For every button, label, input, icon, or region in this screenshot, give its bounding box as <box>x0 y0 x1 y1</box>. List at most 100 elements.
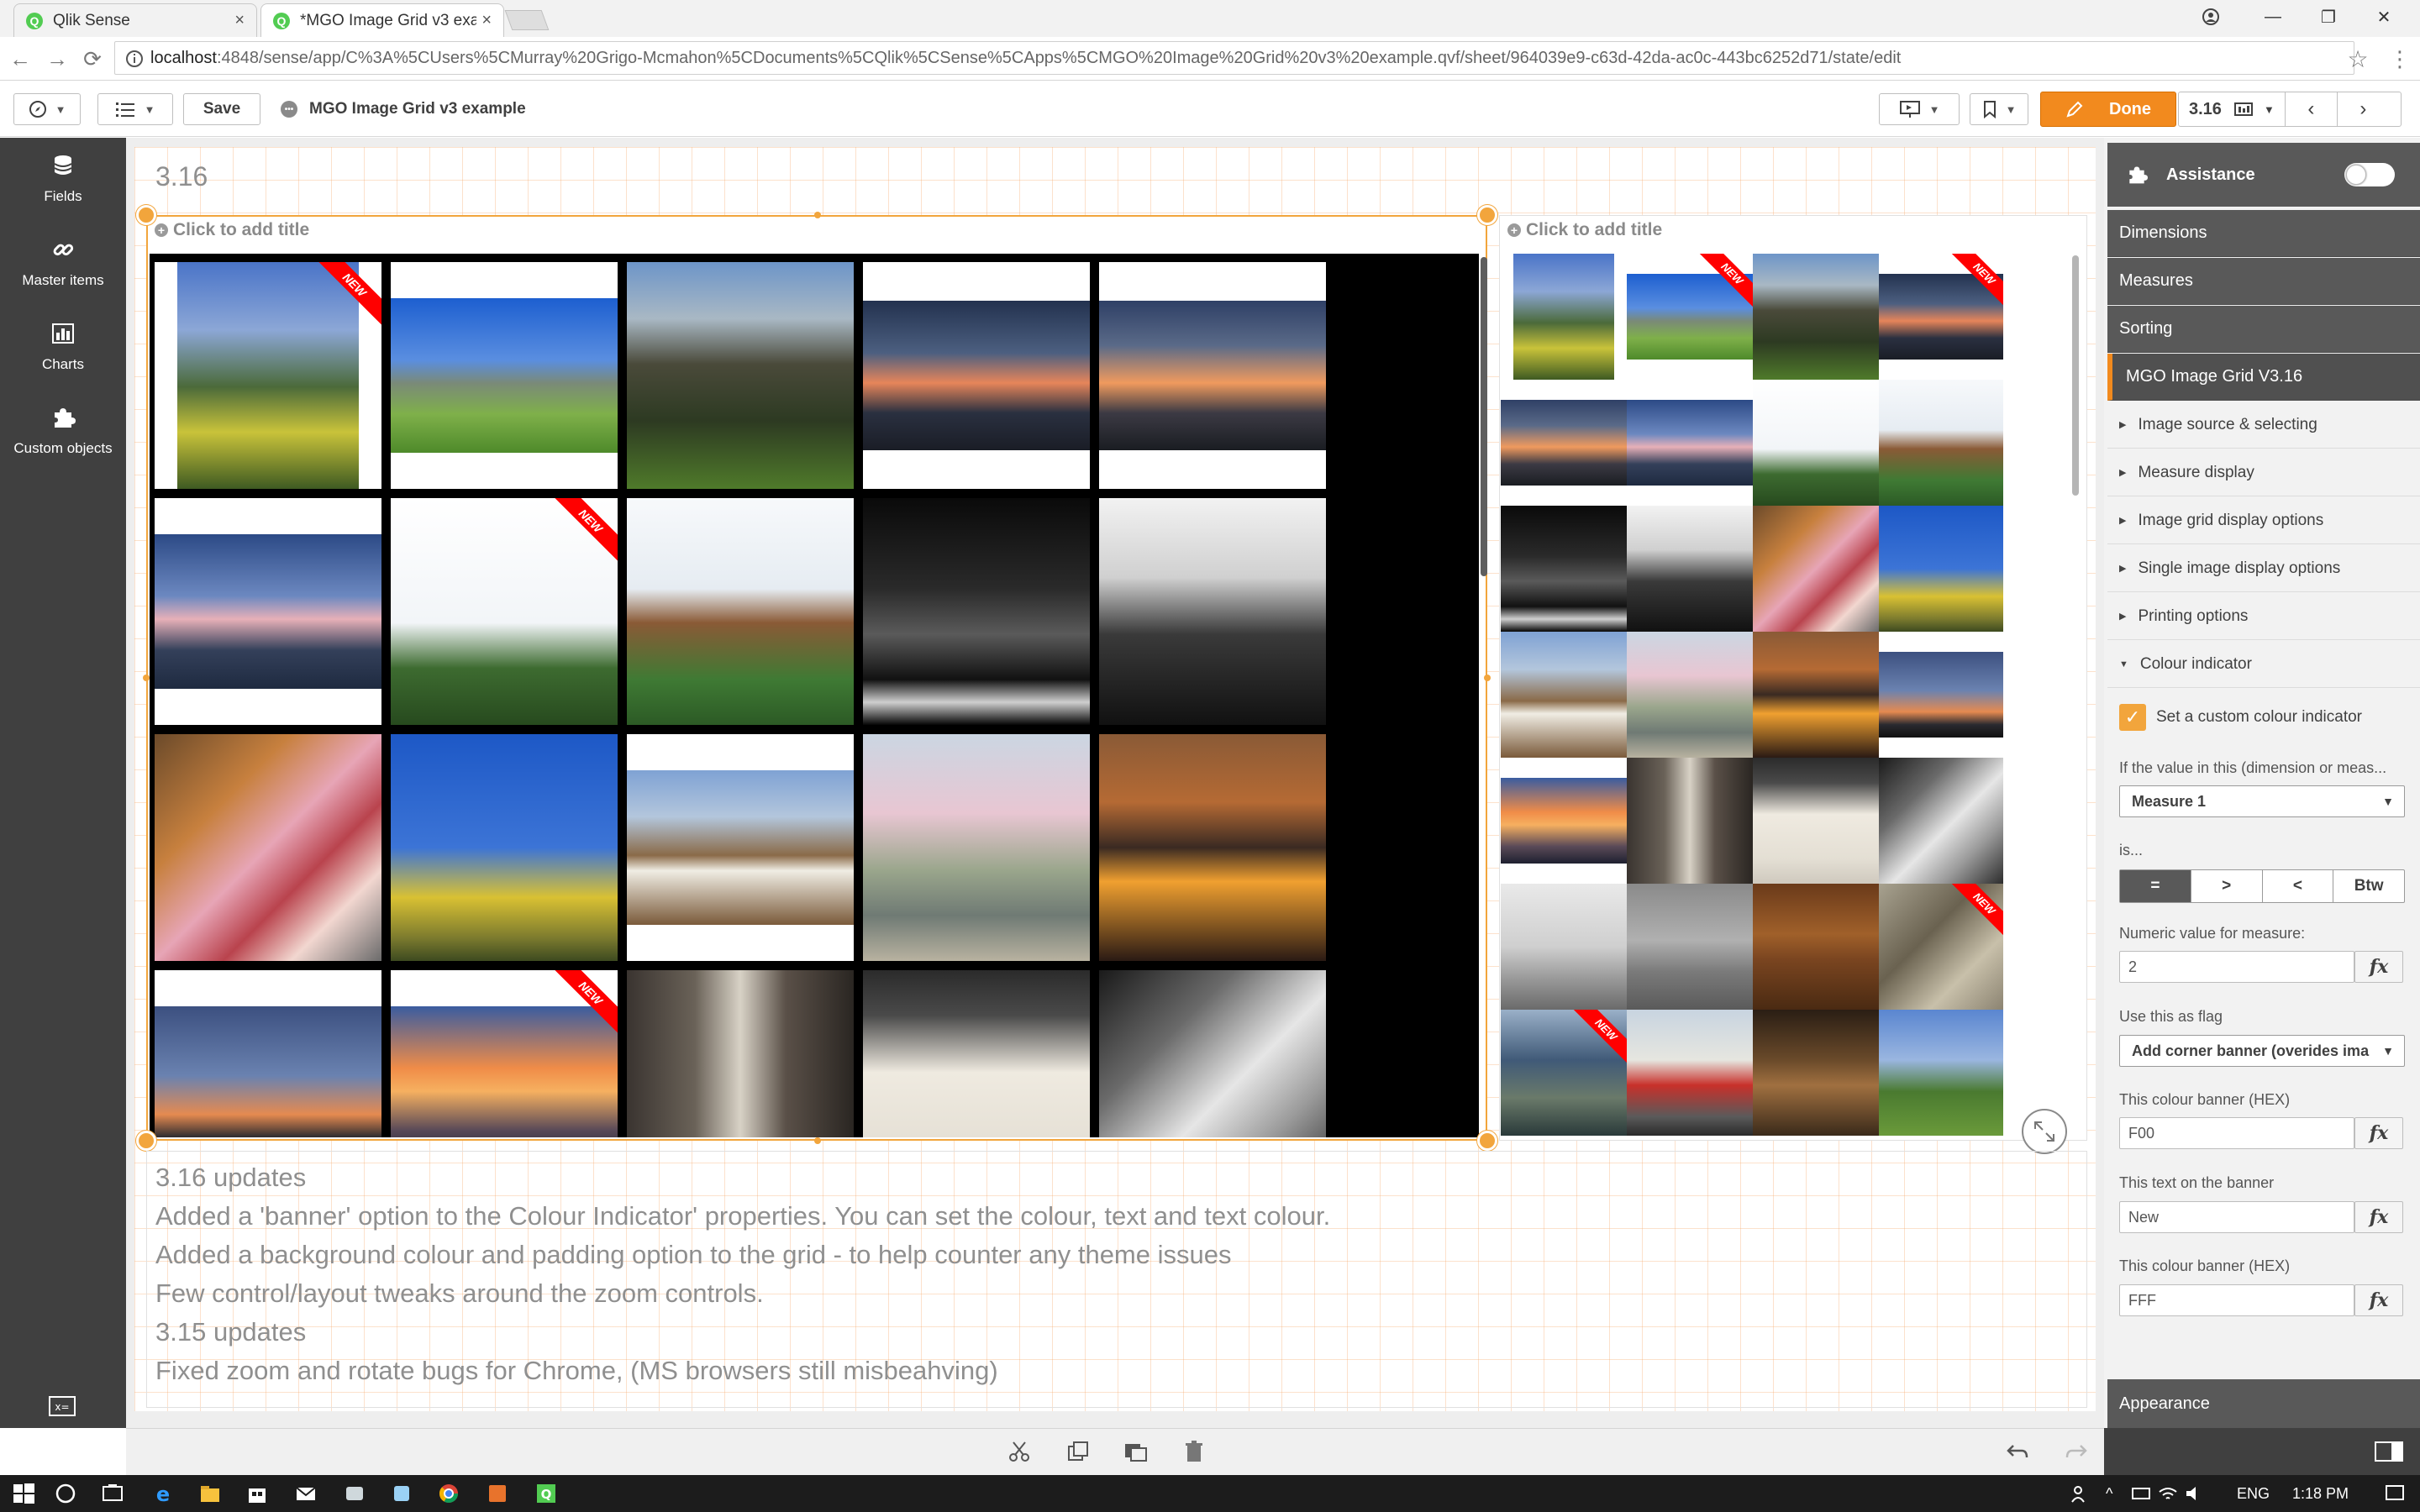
assets-master-items[interactable]: Master items <box>0 222 126 306</box>
volume-icon[interactable] <box>2183 1482 2207 1505</box>
subsection-colour-indicator[interactable]: ▼ Colour indicator <box>2107 641 2420 688</box>
edge-icon[interactable]: e <box>151 1482 175 1505</box>
close-window-icon[interactable]: ✕ <box>2356 0 2412 34</box>
subsection-single-image[interactable]: ▶ Single image display options <box>2107 545 2420 592</box>
image-tile[interactable] <box>155 734 381 961</box>
expression-button[interactable]: fx <box>2354 1284 2403 1316</box>
resize-handle-bottom-right[interactable] <box>1477 1131 1497 1151</box>
variables-icon[interactable]: x= <box>49 1396 76 1416</box>
image-tile[interactable] <box>391 734 618 961</box>
image-tile[interactable]: New <box>391 970 618 1137</box>
previous-sheet-button[interactable]: ‹ <box>2284 92 2337 126</box>
measure-select[interactable]: Measure 1 ▼ <box>2119 785 2405 817</box>
task-view-icon[interactable] <box>101 1482 124 1505</box>
flag-select[interactable]: Add corner banner (overides ima ▼ <box>2119 1035 2405 1067</box>
image-tile[interactable] <box>1753 506 1879 632</box>
sheet-title[interactable]: 3.16 <box>155 161 208 192</box>
minimize-icon[interactable]: — <box>2245 0 2301 34</box>
operator-between-button[interactable]: Btw <box>2333 870 2404 902</box>
image-tile[interactable] <box>1627 632 1753 758</box>
copy-icon[interactable] <box>1065 1439 1091 1464</box>
reload-icon[interactable]: ⟳ <box>79 45 106 72</box>
image-tile[interactable] <box>1753 254 1879 380</box>
resize-handle-bottom[interactable] <box>814 1137 821 1144</box>
assistance-toggle[interactable] <box>2344 163 2395 186</box>
expression-button[interactable]: fx <box>2354 1201 2403 1233</box>
grid-scrollbar[interactable] <box>2072 255 2079 496</box>
left-object-title[interactable]: + Click to add title <box>155 220 309 240</box>
custom-colour-checkbox[interactable]: ✓ <box>2119 704 2146 731</box>
image-tile[interactable] <box>1627 1010 1753 1136</box>
image-tile[interactable] <box>1099 734 1326 961</box>
chevron-down-icon[interactable]: ▼ <box>2264 103 2275 116</box>
tab-qlik-sense[interactable]: Q Qlik Sense × <box>13 3 257 37</box>
grid-scrollbar[interactable] <box>1481 257 1487 576</box>
image-tile[interactable] <box>1627 884 1753 1010</box>
resize-handle-left[interactable] <box>143 675 150 681</box>
image-tile[interactable] <box>627 970 854 1137</box>
panel-toggle-icon[interactable] <box>2375 1441 2403 1462</box>
wifi-icon[interactable] <box>2156 1482 2180 1505</box>
image-tile[interactable] <box>863 262 1090 489</box>
global-menu-button[interactable]: ▼ <box>97 93 173 125</box>
clock[interactable]: 1:18 PM <box>2292 1485 2349 1503</box>
cortana-icon[interactable] <box>54 1482 77 1505</box>
image-tile[interactable] <box>155 970 381 1137</box>
mail-icon[interactable] <box>294 1482 318 1505</box>
image-tile[interactable] <box>1753 758 1879 884</box>
right-object-title[interactable]: + Click to add title <box>1507 220 1662 240</box>
image-tile[interactable] <box>1501 758 1627 884</box>
image-tile[interactable] <box>1501 884 1627 1010</box>
back-icon[interactable]: ← <box>7 45 34 72</box>
image-tile[interactable]: New <box>1879 884 2003 1010</box>
image-tile[interactable] <box>1501 506 1627 632</box>
file-explorer-icon[interactable] <box>198 1482 222 1505</box>
delete-icon[interactable] <box>1181 1439 1207 1464</box>
qlik-sense-taskbar-icon[interactable]: Q <box>534 1482 558 1505</box>
language-indicator[interactable]: ENG <box>2237 1485 2270 1503</box>
text-object[interactable]: 3.16 updates Added a 'banner' option to … <box>146 1151 2087 1408</box>
subsection-measure-display[interactable]: ▶ Measure display <box>2107 449 2420 496</box>
image-tile[interactable] <box>1099 498 1326 725</box>
image-tile[interactable] <box>1501 380 1627 506</box>
image-tile[interactable] <box>391 262 618 489</box>
image-tile[interactable] <box>1753 380 1879 506</box>
banner-colour-input[interactable]: F00 <box>2119 1117 2354 1149</box>
image-tile[interactable]: New <box>1879 254 2003 380</box>
assets-custom-objects[interactable]: Custom objects <box>0 390 126 474</box>
resize-handle-top[interactable] <box>814 212 821 218</box>
operator-equals-button[interactable]: = <box>2120 870 2191 902</box>
scissors-icon[interactable] <box>1007 1439 1032 1464</box>
image-tile[interactable] <box>1753 632 1879 758</box>
image-tile[interactable] <box>863 734 1090 961</box>
image-tile[interactable] <box>1879 758 2003 884</box>
navigation-menu-button[interactable]: ▼ <box>13 93 81 125</box>
forward-icon[interactable]: → <box>44 45 71 72</box>
image-tile[interactable] <box>1627 380 1753 506</box>
next-sheet-button[interactable]: › <box>2336 92 2389 126</box>
bookmark-star-icon[interactable]: ☆ <box>2344 45 2371 72</box>
image-tile[interactable] <box>863 970 1090 1137</box>
section-appearance[interactable]: Appearance <box>2107 1379 2420 1428</box>
resize-handle-top-right[interactable] <box>1477 205 1497 225</box>
image-tile[interactable] <box>155 498 381 725</box>
people-icon[interactable] <box>2069 1482 2092 1505</box>
image-tile[interactable] <box>1879 380 2003 506</box>
image-tile[interactable] <box>1501 632 1627 758</box>
image-tile[interactable] <box>627 498 854 725</box>
tab-image-grid[interactable]: Q *MGO Image Grid v3 exa × <box>260 3 504 37</box>
resize-handle-bottom-left[interactable] <box>136 1131 156 1151</box>
section-dimensions[interactable]: Dimensions <box>2107 210 2420 257</box>
expression-button[interactable]: fx <box>2354 951 2403 983</box>
image-tile[interactable] <box>627 262 854 489</box>
section-sorting[interactable]: Sorting <box>2107 306 2420 353</box>
image-tile[interactable] <box>1753 884 1879 1010</box>
image-tile[interactable] <box>1099 262 1326 489</box>
image-tile[interactable] <box>1627 758 1753 884</box>
resize-handle-right[interactable] <box>1484 675 1491 681</box>
chrome-icon[interactable] <box>437 1482 460 1505</box>
redo-icon[interactable] <box>2064 1439 2089 1464</box>
notification-icon[interactable] <box>2383 1482 2407 1505</box>
section-mgo-image-grid[interactable]: MGO Image Grid V3.16 <box>2107 354 2420 401</box>
chrome-menu-icon[interactable]: ⋮ <box>2386 45 2413 72</box>
